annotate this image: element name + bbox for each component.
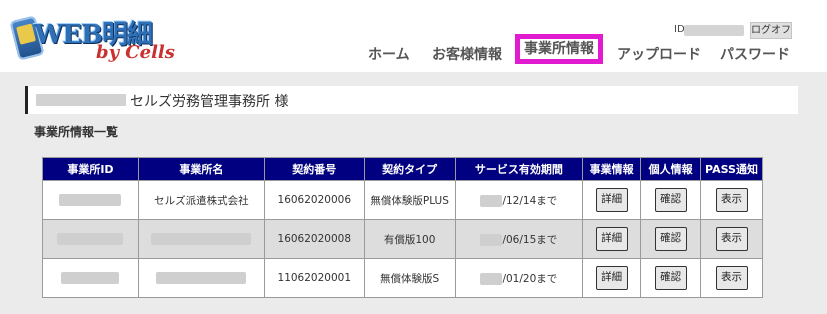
show-button[interactable]: 表示 xyxy=(715,227,748,251)
col-contract-no: 契約番号 xyxy=(263,157,365,181)
col-business-info: 事業情報 xyxy=(582,157,642,181)
contract-no-cell: 16062020008 xyxy=(263,219,365,259)
page-heading: セルズ労務管理事務所 様 xyxy=(25,86,798,114)
table-row: セルズ派遣株式会社 16062020006 無償体験版PLUS /12/14まで… xyxy=(42,180,763,220)
logout-button[interactable]: ログオフ xyxy=(750,22,792,39)
office-id-cell xyxy=(42,258,139,298)
contract-type-cell: 無償体験版PLUS xyxy=(363,180,456,220)
nav-office-info[interactable]: 事業所情報 xyxy=(515,34,603,64)
confirm-button[interactable]: 確認 xyxy=(654,227,687,251)
col-personal-info: 個人情報 xyxy=(640,157,702,181)
logo-subtitle: by Cells xyxy=(96,42,175,63)
nav-upload[interactable]: アップロード xyxy=(617,44,701,64)
col-pass-notice: PASS通知 xyxy=(700,157,763,181)
service-period-cell: /01/20まで xyxy=(454,258,584,298)
office-id-cell xyxy=(42,219,139,259)
show-button[interactable]: 表示 xyxy=(715,266,748,290)
section-title: 事業所情報一覧 xyxy=(34,125,119,139)
col-service-period: サービス有効期間 xyxy=(454,157,584,181)
table-row: 16062020008 有償版100 /06/15まで 詳細 確認 表示 xyxy=(42,219,763,259)
nav-password[interactable]: パスワード xyxy=(720,44,790,64)
contract-no-cell: 16062020006 xyxy=(263,180,365,220)
header: WEB明細 by Cells ID ログオフ ホーム お客様情報 事業所情報 ア… xyxy=(0,0,827,72)
page-title: セルズ労務管理事務所 様 xyxy=(130,94,289,110)
logo[interactable]: WEB明細 by Cells xyxy=(4,8,175,64)
table-row: 11062020001 無償体験版S /01/20まで 詳細 確認 表示 xyxy=(42,258,763,298)
service-period-text: /12/14まで xyxy=(502,194,558,207)
detail-button[interactable]: 詳細 xyxy=(595,188,628,212)
office-table: 事業所ID 事業所名 契約番号 契約タイプ サービス有効期間 事業情報 個人情報… xyxy=(42,157,763,298)
contract-type-cell: 無償体験版S xyxy=(363,258,456,298)
detail-button[interactable]: 詳細 xyxy=(595,227,628,251)
service-period-cell: /06/15まで xyxy=(454,219,584,259)
office-id-cell xyxy=(42,180,139,220)
nav-home[interactable]: ホーム xyxy=(368,44,410,64)
col-office-id: 事業所ID xyxy=(42,157,139,181)
contract-no-cell: 11062020001 xyxy=(263,258,365,298)
service-period-text: /06/15まで xyxy=(502,233,558,246)
detail-button[interactable]: 詳細 xyxy=(595,266,628,290)
show-button[interactable]: 表示 xyxy=(715,188,748,212)
table-header-row: 事業所ID 事業所名 契約番号 契約タイプ サービス有効期間 事業情報 個人情報… xyxy=(42,157,763,181)
office-name-cell xyxy=(137,258,265,298)
contract-type-cell: 有償版100 xyxy=(363,219,456,259)
nav-customer-info[interactable]: お客様情報 xyxy=(432,44,502,64)
service-period-text: /01/20まで xyxy=(502,272,558,285)
user-id-value xyxy=(684,25,744,36)
col-office-name: 事業所名 xyxy=(137,157,265,181)
col-contract-type: 契約タイプ xyxy=(363,157,456,181)
office-name-cell xyxy=(137,219,265,259)
service-period-cell: /12/14まで xyxy=(454,180,584,220)
office-name-cell: セルズ派遣株式会社 xyxy=(137,180,265,220)
customer-name-blurred xyxy=(36,94,126,106)
confirm-button[interactable]: 確認 xyxy=(654,188,687,212)
confirm-button[interactable]: 確認 xyxy=(654,266,687,290)
